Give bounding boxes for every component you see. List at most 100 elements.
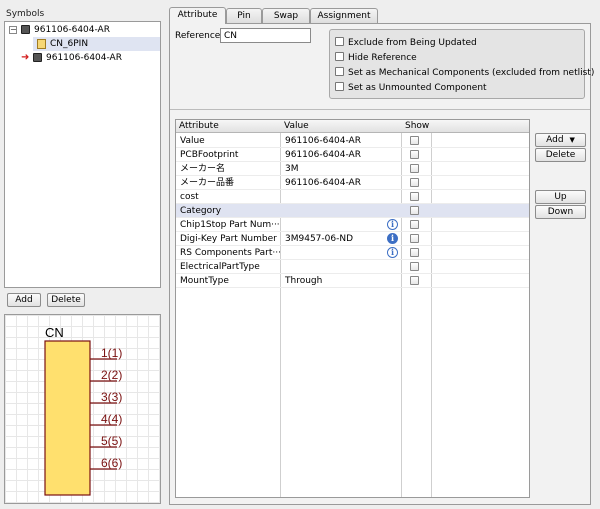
tab-pin[interactable]: Pin [226,8,262,24]
cell-value[interactable]: 961106-6404-AR [281,176,386,190]
checkbox-icon[interactable] [335,37,344,46]
cell-attribute[interactable]: cost [176,190,280,204]
tree-item-part[interactable]: − 961106-6404-AR [5,23,160,37]
show-checkbox[interactable] [410,136,419,145]
preview-pins: 1(1) 2(2) 3(3) 4(4) 5(5) 6(6) [90,346,122,470]
cell-value[interactable] [281,246,386,260]
symbol-preview-canvas: CN 1(1) 2(2) 3(3) 4(4) 5(5) 6(6) [44,325,122,496]
checkbox-icon[interactable] [335,67,344,76]
preview-symbol-body [44,340,91,496]
show-checkbox[interactable] [410,234,419,243]
tab-assignment[interactable]: Assignment [310,8,378,24]
add-symbol-button[interactable]: Add [7,293,41,307]
header-attribute[interactable]: Attribute [176,120,280,133]
option-exclude-update[interactable]: Exclude from Being Updated [335,37,477,50]
table-row[interactable]: cost [176,190,529,204]
checkbox-icon[interactable] [335,52,344,61]
cell-attribute[interactable]: メーカー名 [176,162,280,176]
tree-item-part-variant[interactable]: ➜ 961106-6404-AR [5,51,160,65]
move-up-button[interactable]: Up [535,190,586,204]
cell-attribute[interactable]: MountType [176,274,280,288]
table-row[interactable]: ElectricalPartType [176,260,529,274]
cell-value[interactable]: 3M [281,162,386,176]
show-checkbox[interactable] [410,178,419,187]
checkbox-icon[interactable] [335,82,344,91]
divider [170,109,590,110]
table-row[interactable]: メーカー品番 961106-6404-AR [176,176,529,190]
attribute-table[interactable]: Attribute Value Show Value 961106-6404-AR… [175,119,530,498]
dropdown-arrow-icon: ▼ [569,136,575,144]
cell-attribute[interactable]: PCBFootprint [176,148,280,162]
tab-swap[interactable]: Swap [262,8,310,24]
show-checkbox[interactable] [410,206,419,215]
cell-value[interactable] [281,204,386,218]
table-header: Attribute Value Show [176,120,529,133]
tree-item-symbol[interactable]: CN_6PIN [33,37,160,51]
table-row[interactable]: MountType Through [176,274,529,288]
cell-attribute[interactable]: Category [176,204,280,218]
preview-ref-text: CN [45,325,64,340]
cell-attribute[interactable]: Value [176,134,280,148]
show-checkbox[interactable] [410,248,419,257]
preview-pin-label: 6(6) [101,456,122,470]
tree-item-label: CN_6PIN [50,39,89,49]
tab-attribute[interactable]: Attribute [169,7,226,24]
tree-item-label: 961106-6404-AR [34,25,110,35]
header-value[interactable]: Value [281,120,401,133]
move-down-button[interactable]: Down [535,205,586,219]
cell-attribute[interactable]: Digi-Key Part Number [176,232,280,246]
preview-pin-label: 3(3) [101,390,122,404]
header-show[interactable]: Show [402,120,431,133]
table-row[interactable]: Value 961106-6404-AR [176,134,529,148]
symbols-tree[interactable]: − 961106-6404-AR CN_6PIN ➜ 961106-6404-AR [4,21,161,288]
info-icon[interactable]: i [387,233,398,244]
cell-value[interactable] [281,218,386,232]
delete-symbol-button[interactable]: Delete [47,293,85,307]
option-mechanical[interactable]: Set as Mechanical Components (excluded f… [335,67,594,80]
table-row[interactable]: Category [176,204,529,218]
cell-value[interactable]: 961106-6404-AR [281,148,386,162]
tree-item-label: 961106-6404-AR [46,53,122,63]
table-row[interactable]: Chip1Stop Part Num··· i [176,218,529,232]
show-checkbox[interactable] [410,150,419,159]
symbols-label: Symbols [6,9,45,19]
cell-attribute[interactable]: Chip1Stop Part Num··· [176,218,280,232]
show-checkbox[interactable] [410,276,419,285]
option-label: Hide Reference [348,53,417,63]
collapse-icon[interactable]: − [9,26,17,34]
cell-value[interactable]: 961106-6404-AR [281,134,386,148]
cell-attribute[interactable]: メーカー品番 [176,176,280,190]
table-row[interactable]: RS Components Part··· i [176,246,529,260]
cell-value[interactable]: Through [281,274,386,288]
reference-input[interactable] [220,28,311,43]
option-label: Set as Unmounted Component [348,83,487,93]
delete-attribute-button[interactable]: Delete [535,148,586,162]
symbol-icon [37,38,46,49]
cell-attribute[interactable]: ElectricalPartType [176,260,280,274]
preview-pin-label: 1(1) [101,346,122,360]
table-row[interactable]: メーカー名 3M [176,162,529,176]
component-options-group: Exclude from Being Updated Hide Referenc… [329,29,594,99]
show-checkbox[interactable] [410,164,419,173]
preview-pin-label: 2(2) [101,368,122,382]
option-label: Set as Mechanical Components (excluded f… [348,68,595,78]
cell-value[interactable] [281,190,386,204]
cell-value[interactable] [281,260,386,274]
add-attribute-button[interactable]: Add ▼ [535,133,586,147]
table-row[interactable]: Digi-Key Part Number 3M9457-06-ND i [176,232,529,246]
info-icon[interactable]: i [387,219,398,230]
cell-attribute[interactable]: RS Components Part··· [176,246,280,260]
option-hide-reference[interactable]: Hide Reference [335,52,417,65]
info-icon[interactable]: i [387,247,398,258]
table-row[interactable]: PCBFootprint 961106-6404-AR [176,148,529,162]
component-icon [21,25,30,34]
preview-pin-label: 5(5) [101,434,122,448]
show-checkbox[interactable] [410,262,419,271]
show-checkbox[interactable] [410,192,419,201]
cell-value[interactable]: 3M9457-06-ND [281,232,386,246]
option-label: Exclude from Being Updated [348,38,477,48]
show-checkbox[interactable] [410,220,419,229]
preview-pin-label: 4(4) [101,412,122,426]
option-unmounted[interactable]: Set as Unmounted Component [335,82,487,95]
component-icon [33,53,42,62]
